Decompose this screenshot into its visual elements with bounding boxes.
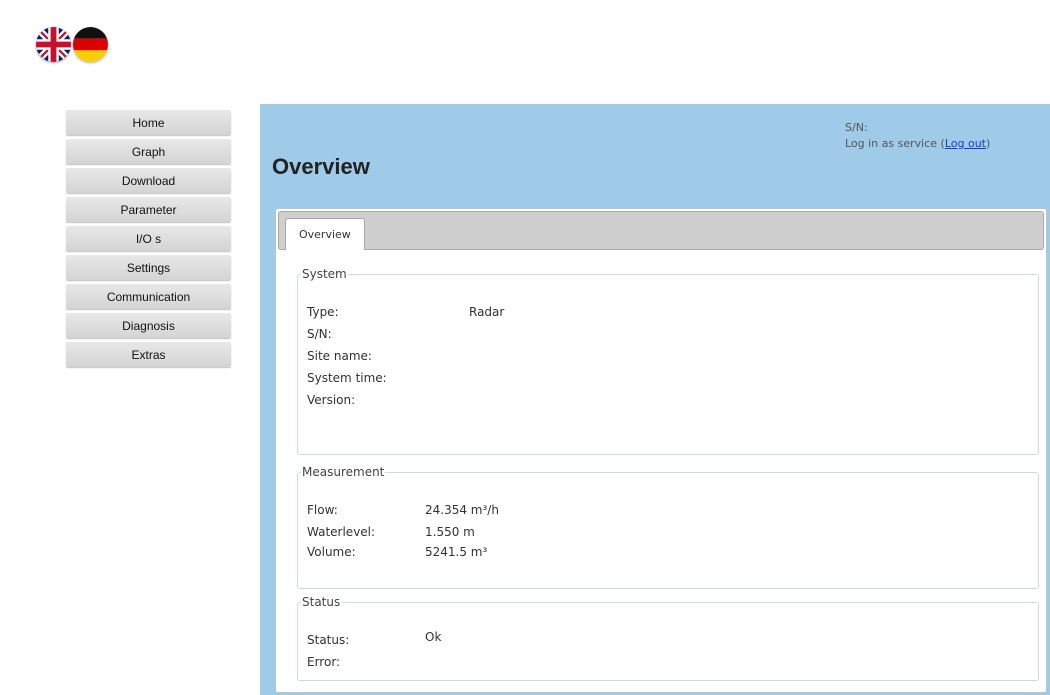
- system-row-system-time: System time:: [307, 371, 387, 385]
- system-row-site-name: Site name:: [307, 349, 372, 363]
- measurement-row-volume: Volume: 5241.5 m³: [307, 545, 487, 559]
- row-label: System time:: [307, 371, 387, 385]
- nav-settings-button[interactable]: Settings: [66, 255, 231, 280]
- nav-ios-button[interactable]: I/O s: [66, 226, 231, 251]
- row-value: Radar: [469, 305, 505, 319]
- row-label: Flow:: [307, 503, 338, 517]
- status-row-error: Error:: [307, 655, 340, 669]
- logout-link[interactable]: Log out: [945, 137, 986, 150]
- nav-extras-button[interactable]: Extras: [66, 342, 231, 367]
- row-label: Type:: [307, 305, 339, 319]
- measurement-section: Measurement Flow: 24.354 m³/h Waterlevel…: [297, 465, 1039, 589]
- row-value: Ok: [425, 630, 442, 644]
- row-label: S/N:: [307, 327, 332, 341]
- nav-download-button[interactable]: Download: [66, 168, 231, 193]
- main-panel: S/N: Log in as service (Log out) Overvie…: [260, 104, 1050, 695]
- serial-number-label: S/N:: [845, 121, 868, 134]
- nav-home-button[interactable]: Home: [66, 110, 231, 135]
- system-row-version: Version:: [307, 393, 355, 407]
- system-section: System Type: Radar S/N: Site name: Syste…: [297, 267, 1039, 455]
- system-row-type: Type: Radar: [307, 305, 504, 319]
- status-legend: Status: [302, 595, 341, 609]
- nav-graph-button[interactable]: Graph: [66, 139, 231, 164]
- measurement-row-waterlevel: Waterlevel: 1.550 m: [307, 525, 475, 539]
- language-selector: [36, 27, 108, 62]
- login-status: Log in as service (Log out): [845, 136, 990, 152]
- row-value: 5241.5 m³: [425, 545, 488, 559]
- row-label: Waterlevel:: [307, 525, 376, 539]
- nav-diagnosis-button[interactable]: Diagnosis: [66, 313, 231, 338]
- nav-communication-button[interactable]: Communication: [66, 284, 231, 309]
- uk-flag-icon[interactable]: [36, 27, 71, 62]
- login-text-close: ): [986, 137, 991, 150]
- row-value: 24.354 m³/h: [425, 503, 499, 517]
- status-row-status: Status: Ok: [307, 630, 441, 647]
- row-label: Site name:: [307, 349, 372, 363]
- nav-parameter-button[interactable]: Parameter: [66, 197, 231, 222]
- tab-overview[interactable]: Overview: [285, 218, 365, 250]
- status-section: Status Status: Ok Error:: [297, 595, 1039, 681]
- row-label: Version:: [307, 393, 356, 407]
- system-row-sn: S/N:: [307, 327, 332, 341]
- session-info: S/N: Log in as service (Log out): [845, 120, 990, 152]
- tab-bar: Overview: [278, 211, 1044, 250]
- row-label: Error:: [307, 655, 341, 669]
- sidebar-nav: Home Graph Download Parameter I/O s Sett…: [66, 110, 231, 371]
- row-label: Status:: [307, 633, 350, 647]
- system-legend: System: [302, 267, 347, 281]
- login-text: Log in as service (: [845, 137, 945, 150]
- measurement-legend: Measurement: [302, 465, 385, 479]
- row-value: 1.550 m: [425, 525, 475, 539]
- german-flag-icon[interactable]: [73, 27, 108, 62]
- page-title: Overview: [272, 154, 370, 179]
- row-label: Volume:: [307, 545, 356, 559]
- tab-container: Overview System Type: Radar S/N: Site na…: [275, 208, 1047, 693]
- measurement-row-flow: Flow: 24.354 m³/h: [307, 503, 499, 517]
